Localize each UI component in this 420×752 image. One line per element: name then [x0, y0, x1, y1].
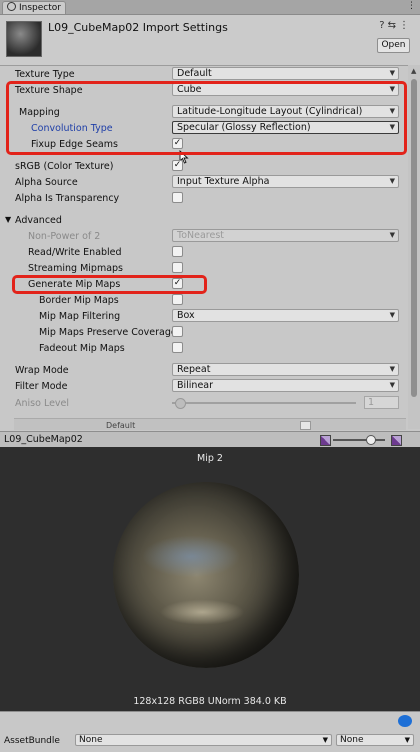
chevron-down-icon: ▼ [389, 177, 395, 185]
mip-map-filtering-value: Box [177, 310, 195, 321]
non-power-of-2-label: Non-Power of 2 [28, 231, 101, 242]
alpha-source-label: Alpha Source [15, 177, 78, 188]
wrap-mode-dropdown[interactable]: Repeat ▼ [172, 363, 399, 376]
asset-bundle-name-value: None [79, 735, 103, 745]
highlight-box-texture-shape [6, 81, 407, 155]
fadeout-mip-maps-checkbox[interactable] [172, 342, 183, 353]
alpha-source-value: Input Texture Alpha [177, 176, 270, 187]
advanced-foldout-label[interactable]: Advanced [15, 215, 62, 226]
fadeout-mip-maps-label: Fadeout Mip Maps [39, 343, 125, 354]
row-border-mip-maps: Border Mip Maps [0, 293, 406, 308]
texture-info-label: 128x128 RGB8 UNorm 384.0 KB [133, 696, 287, 707]
streaming-mipmaps-label: Streaming Mipmaps [28, 263, 124, 274]
scrollbar-thumb[interactable] [411, 79, 417, 397]
texture-type-label: Texture Type [15, 69, 75, 80]
read-write-label: Read/Write Enabled [28, 247, 122, 258]
inspector-header: L09_CubeMap02 Import Settings ?⇆⋮ Open [0, 15, 420, 66]
help-icon[interactable]: ? [379, 20, 387, 31]
scroll-up-icon[interactable]: ▲ [411, 67, 416, 75]
texture-preview: Mip 2 128x128 RGB8 UNorm 384.0 KB [0, 447, 420, 711]
srgb-checkbox[interactable]: ✓ [172, 160, 183, 171]
asset-bundle-variant-dropdown[interactable]: None ▼ [336, 734, 414, 746]
asset-bundle-bar: AssetBundle None ▼ None ▼ [0, 711, 420, 752]
row-srgb: sRGB (Color Texture) ✓ [0, 159, 406, 174]
mip-slider-track[interactable] [333, 439, 385, 441]
filter-mode-value: Bilinear [177, 380, 214, 391]
aniso-level-slider-track [172, 402, 356, 404]
texture-thumbnail [6, 21, 42, 57]
chevron-down-icon: ▼ [389, 69, 395, 77]
chevron-down-icon: ▼ [404, 736, 410, 744]
row-aniso-level: Aniso Level 1 [0, 396, 406, 411]
row-alpha-source: Alpha Source Input Texture Alpha ▼ [0, 175, 406, 190]
settings-menu-icon[interactable]: ⋮ [399, 20, 412, 31]
wrap-mode-value: Repeat [177, 364, 211, 375]
mip-map-filtering-dropdown[interactable]: Box ▼ [172, 309, 399, 322]
chevron-down-icon: ▼ [389, 381, 395, 389]
highlight-box-generate-mip-maps [12, 275, 207, 294]
row-mip-map-filtering: Mip Map Filtering Box ▼ [0, 309, 406, 324]
border-mip-maps-checkbox[interactable] [172, 294, 183, 305]
row-wrap-mode: Wrap Mode Repeat ▼ [0, 363, 406, 378]
mip-slider-knob[interactable] [366, 435, 376, 445]
aniso-level-slider-knob [175, 398, 186, 409]
row-alpha-is-transparency: Alpha Is Transparency [0, 191, 406, 206]
row-filter-mode: Filter Mode Bilinear ▼ [0, 379, 406, 394]
mip-level-label: Mip 2 [197, 453, 223, 464]
non-power-of-2-value: ToNearest [177, 230, 224, 241]
chevron-down-icon: ▼ [389, 231, 395, 239]
aniso-level-field: 1 [364, 396, 399, 409]
wrap-mode-label: Wrap Mode [15, 365, 69, 376]
texture-type-dropdown[interactable]: Default ▼ [172, 67, 399, 80]
alpha-is-transparency-label: Alpha Is Transparency [15, 193, 120, 204]
asset-labels-icon[interactable] [398, 715, 412, 727]
row-texture-type: Texture Type Default ▼ [0, 67, 406, 82]
srgb-label: sRGB (Color Texture) [15, 161, 114, 172]
presets-icon[interactable]: ⇆ [388, 20, 399, 31]
filter-mode-label: Filter Mode [15, 381, 68, 392]
platform-override-checkbox[interactable] [300, 421, 311, 430]
alpha-is-transparency-checkbox[interactable] [172, 192, 183, 203]
row-fadeout-mip-maps: Fadeout Mip Maps [0, 341, 406, 356]
asset-bundle-variant-value: None [340, 735, 364, 745]
preview-title: L09_CubeMap02 [4, 434, 83, 445]
scrollbar[interactable]: ▲ [408, 65, 420, 429]
row-non-power-of-2: Non-Power of 2 ToNearest ▼ [0, 229, 406, 244]
page-title: L09_CubeMap02 Import Settings [48, 21, 228, 34]
preview-header: L09_CubeMap02 [0, 431, 420, 448]
header-icons[interactable]: ?⇆⋮ [379, 20, 412, 31]
inspector-icon [7, 2, 16, 11]
platform-tab-default[interactable]: Default [106, 421, 135, 430]
row-streaming-mipmaps: Streaming Mipmaps [0, 261, 406, 276]
mip-map-filtering-label: Mip Map Filtering [39, 311, 121, 322]
open-button[interactable]: Open [377, 38, 410, 53]
read-write-checkbox[interactable] [172, 246, 183, 257]
chevron-down-icon: ▼ [322, 736, 328, 744]
row-mip-maps-preserve-coverage: Mip Maps Preserve Coverage [0, 325, 406, 340]
asset-bundle-name-dropdown[interactable]: None ▼ [75, 734, 332, 746]
asset-bundle-label: AssetBundle [4, 736, 60, 746]
aniso-level-label: Aniso Level [15, 398, 70, 409]
filter-mode-dropdown[interactable]: Bilinear ▼ [172, 379, 399, 392]
non-power-of-2-dropdown: ToNearest ▼ [172, 229, 399, 242]
chevron-down-icon: ▼ [389, 365, 395, 373]
tab-inspector-label: Inspector [19, 3, 61, 13]
mip-maps-preserve-coverage-checkbox[interactable] [172, 326, 183, 337]
inspector-tab-bar: Inspector ⋮ [0, 0, 420, 15]
streaming-mipmaps-checkbox[interactable] [172, 262, 183, 273]
kebab-menu-icon[interactable]: ⋮ [407, 1, 416, 11]
preview-channel-icon[interactable] [391, 435, 402, 446]
tab-inspector[interactable]: Inspector [2, 1, 66, 14]
platform-tabs: Default [14, 418, 406, 430]
alpha-source-dropdown[interactable]: Input Texture Alpha ▼ [172, 175, 399, 188]
foldout-arrow-icon[interactable]: ▼ [5, 215, 11, 224]
chevron-down-icon: ▼ [389, 311, 395, 319]
preview-mode-icon[interactable] [320, 435, 331, 446]
border-mip-maps-label: Border Mip Maps [39, 295, 119, 306]
row-advanced[interactable]: ▼ Advanced [0, 213, 406, 228]
cubemap-preview-sphere[interactable] [113, 482, 299, 668]
texture-type-value: Default [177, 68, 212, 79]
mip-maps-preserve-coverage-label: Mip Maps Preserve Coverage [39, 327, 177, 338]
row-read-write: Read/Write Enabled [0, 245, 406, 260]
